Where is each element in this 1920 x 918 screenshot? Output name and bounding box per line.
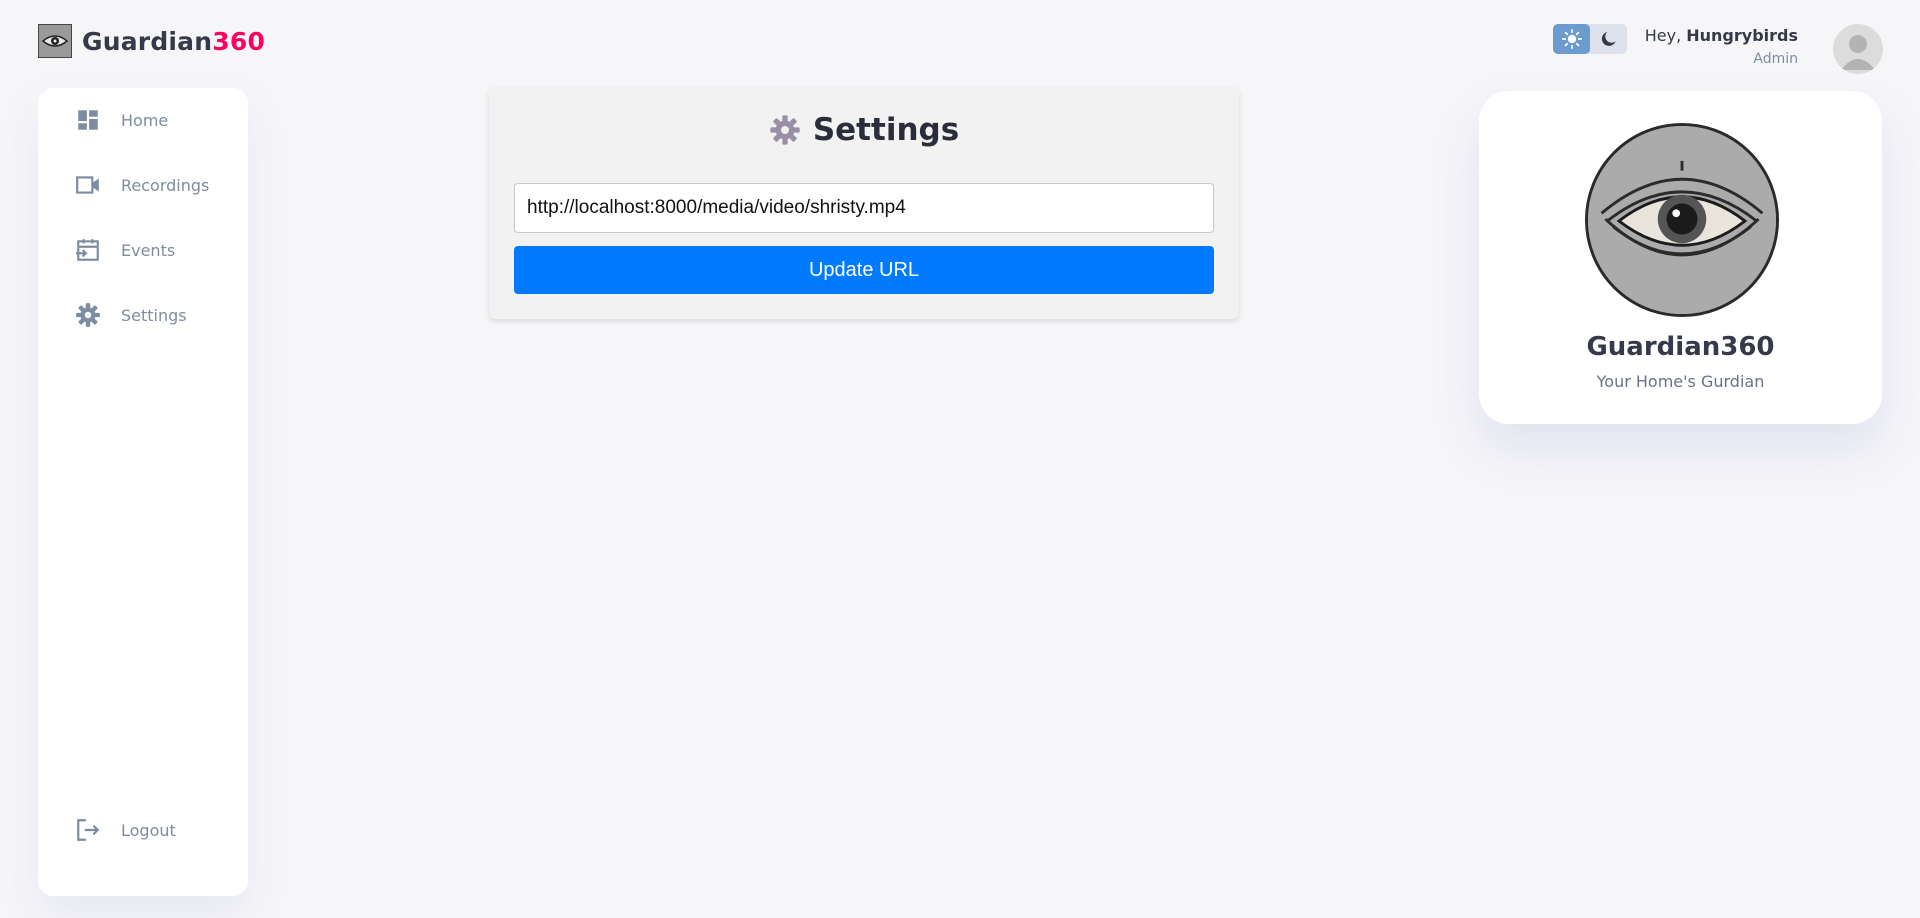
gear-icon bbox=[76, 303, 100, 327]
sidebar-item-events[interactable]: Events bbox=[75, 234, 175, 266]
profile-tagline: Your Home's Gurdian bbox=[1596, 372, 1765, 391]
sidebar-item-label: Logout bbox=[121, 820, 176, 840]
eye-logo-icon bbox=[38, 24, 72, 58]
app-name: Guardian360 bbox=[82, 26, 266, 56]
sidebar-item-recordings[interactable]: Recordings bbox=[75, 169, 209, 201]
sidebar: Home Recordings Events Settings Logout bbox=[38, 88, 248, 896]
sidebar-item-label: Events bbox=[121, 240, 176, 260]
sidebar-item-logout[interactable]: Logout bbox=[75, 814, 176, 846]
sidebar-item-label: Settings bbox=[121, 305, 187, 325]
sidebar-item-settings[interactable]: Settings bbox=[75, 299, 187, 331]
video-url-input[interactable] bbox=[514, 183, 1214, 233]
light-mode-button[interactable] bbox=[1553, 24, 1590, 54]
app-logo[interactable]: Guardian360 bbox=[38, 24, 265, 58]
sidebar-item-label: Home bbox=[121, 110, 169, 130]
user-greeting: Hey, Hungrybirds bbox=[1644, 26, 1798, 45]
profile-image bbox=[1585, 123, 1779, 317]
logout-icon bbox=[77, 819, 100, 841]
profile-name: Guardian360 bbox=[1586, 332, 1775, 362]
calendar-icon bbox=[76, 239, 99, 261]
user-role: Admin bbox=[1753, 51, 1798, 67]
user-avatar-icon bbox=[1841, 35, 1875, 70]
profile-card: Guardian360 Your Home's Gurdian bbox=[1479, 91, 1882, 424]
sun-icon bbox=[1561, 29, 1582, 49]
settings-panel: Settings Update URL bbox=[489, 88, 1239, 319]
sidebar-item-label: Recordings bbox=[121, 175, 210, 195]
avatar[interactable] bbox=[1833, 24, 1883, 74]
gear-icon bbox=[770, 115, 800, 145]
dark-mode-button[interactable] bbox=[1590, 24, 1627, 54]
moon-icon bbox=[1601, 31, 1616, 46]
user-info: Hey, Hungrybirds Admin bbox=[1645, 26, 1798, 67]
settings-title-text: Settings bbox=[812, 112, 960, 148]
theme-toggle[interactable] bbox=[1553, 24, 1627, 54]
dashboard-icon bbox=[78, 110, 98, 130]
sidebar-item-home[interactable]: Home bbox=[75, 104, 168, 136]
eye-logo-icon bbox=[1588, 126, 1776, 314]
update-url-button[interactable]: Update URL bbox=[514, 246, 1214, 294]
video-camera-icon bbox=[76, 176, 99, 194]
page-title: Settings bbox=[489, 112, 1239, 148]
